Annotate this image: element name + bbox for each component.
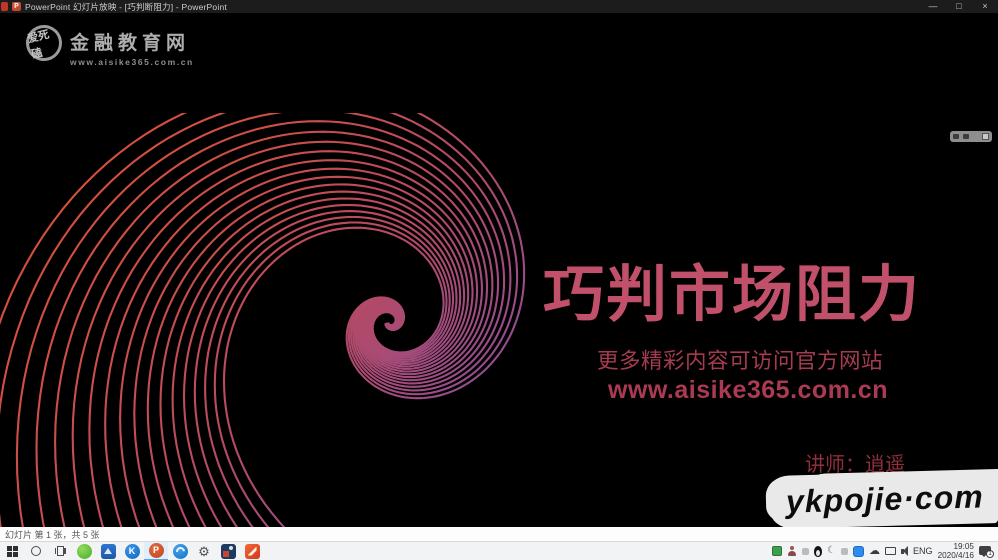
taskbar-app-security[interactable] bbox=[240, 542, 264, 560]
slide-title: 巧判市场阻力 bbox=[543, 244, 921, 333]
tray-penguin-icon[interactable] bbox=[814, 546, 822, 557]
taskbar-app-photos[interactable] bbox=[216, 542, 240, 560]
site-logo: 爱死磕 金融教育网 www.aisike365.com.cn bbox=[26, 25, 194, 67]
clock-date: 2020/4/16 bbox=[938, 551, 974, 560]
tray-volume-icon[interactable] bbox=[901, 546, 908, 556]
task-view-button[interactable] bbox=[48, 542, 72, 560]
notification-center-button[interactable]: 1 bbox=[979, 545, 994, 558]
cortana-icon bbox=[31, 546, 41, 556]
taskbar: K P ⚙ ☾ ☁ bbox=[0, 541, 998, 560]
window-title: PowerPoint 幻灯片放映 - [巧判断阻力] - PowerPoint bbox=[25, 1, 227, 13]
tray-blue-app-icon[interactable] bbox=[853, 546, 864, 557]
slide-position-text: 幻灯片 第 1 张，共 5 张 bbox=[5, 528, 100, 541]
logo-site-url: www.aisike365.com.cn bbox=[70, 57, 194, 67]
widget-button-2[interactable] bbox=[963, 134, 969, 139]
tray-user-icon[interactable] bbox=[787, 546, 797, 556]
taskbar-app-green-browser[interactable] bbox=[72, 542, 96, 560]
tray-display-icon[interactable] bbox=[885, 547, 896, 555]
start-button[interactable] bbox=[0, 542, 24, 560]
widget-button-3[interactable] bbox=[982, 133, 989, 140]
slide-canvas[interactable]: 爱死磕 金融教育网 www.aisike365.com.cn 巧判市场阻力 更多… bbox=[0, 13, 998, 527]
tray-moon-icon[interactable]: ☾ bbox=[827, 546, 836, 556]
statusbar: 幻灯片 第 1 张，共 5 张 bbox=[0, 527, 998, 541]
slide-website-url: www.aisike365.com.cn bbox=[608, 376, 888, 405]
blue-app-icon bbox=[101, 544, 116, 559]
cortana-button[interactable] bbox=[24, 542, 48, 560]
tray-green-app-icon[interactable] bbox=[772, 546, 782, 556]
taskbar-app-blue[interactable] bbox=[96, 542, 120, 560]
notification-badge: 1 bbox=[986, 550, 994, 558]
titlebar: P PowerPoint 幻灯片放映 - [巧判断阻力] - PowerPoin… bbox=[0, 0, 998, 13]
spiral-wave-graphic bbox=[0, 113, 540, 527]
clock-time: 19:05 bbox=[954, 542, 975, 551]
system-tray: ☾ ☁ ENG 19:05 2020/4/16 1 bbox=[772, 542, 998, 560]
close-button[interactable]: × bbox=[972, 0, 998, 13]
task-view-icon bbox=[55, 546, 66, 556]
k-app-icon: K bbox=[125, 544, 140, 559]
watermark: ykpojie·com bbox=[770, 472, 998, 527]
taskbar-app-k[interactable]: K bbox=[120, 542, 144, 560]
clock[interactable]: 19:05 2020/4/16 bbox=[938, 542, 974, 560]
taskbar-app-browser[interactable] bbox=[168, 542, 192, 560]
security-app-icon bbox=[245, 544, 260, 559]
powerpoint-taskbar-icon: P bbox=[149, 543, 164, 558]
language-indicator[interactable]: ENG bbox=[913, 546, 933, 556]
minimize-button[interactable]: — bbox=[920, 0, 946, 13]
restore-button[interactable]: □ bbox=[946, 0, 972, 13]
screen: P PowerPoint 幻灯片放映 - [巧判断阻力] - PowerPoin… bbox=[0, 0, 998, 560]
gear-icon: ⚙ bbox=[198, 545, 210, 558]
widget-button-1[interactable] bbox=[953, 134, 959, 139]
photos-icon bbox=[221, 544, 236, 559]
windows-logo-icon bbox=[7, 546, 18, 557]
slide-lecturer: 讲师：逍遥 bbox=[805, 448, 905, 477]
logo-brand-text: 金融教育网 bbox=[70, 28, 194, 55]
green-browser-icon bbox=[77, 544, 92, 559]
powerpoint-app-icon: P bbox=[12, 2, 21, 11]
taskbar-apps: K P ⚙ bbox=[0, 542, 264, 560]
logo-badge-icon: 爱死磕 bbox=[22, 21, 66, 65]
browser-icon bbox=[173, 544, 188, 559]
tray-cloud-icon[interactable]: ☁ bbox=[869, 546, 880, 557]
record-indicator-icon bbox=[1, 2, 8, 11]
taskbar-app-settings[interactable]: ⚙ bbox=[192, 542, 216, 560]
tray-misc-icon-2[interactable] bbox=[841, 548, 848, 555]
taskbar-app-powerpoint[interactable]: P bbox=[144, 542, 168, 560]
tray-misc-icon-1[interactable] bbox=[802, 548, 809, 555]
window-controls: — □ × bbox=[920, 0, 998, 13]
overlay-control-widget bbox=[950, 131, 992, 142]
slide-subtitle: 更多精彩内容可访问官方网站 bbox=[597, 344, 883, 375]
